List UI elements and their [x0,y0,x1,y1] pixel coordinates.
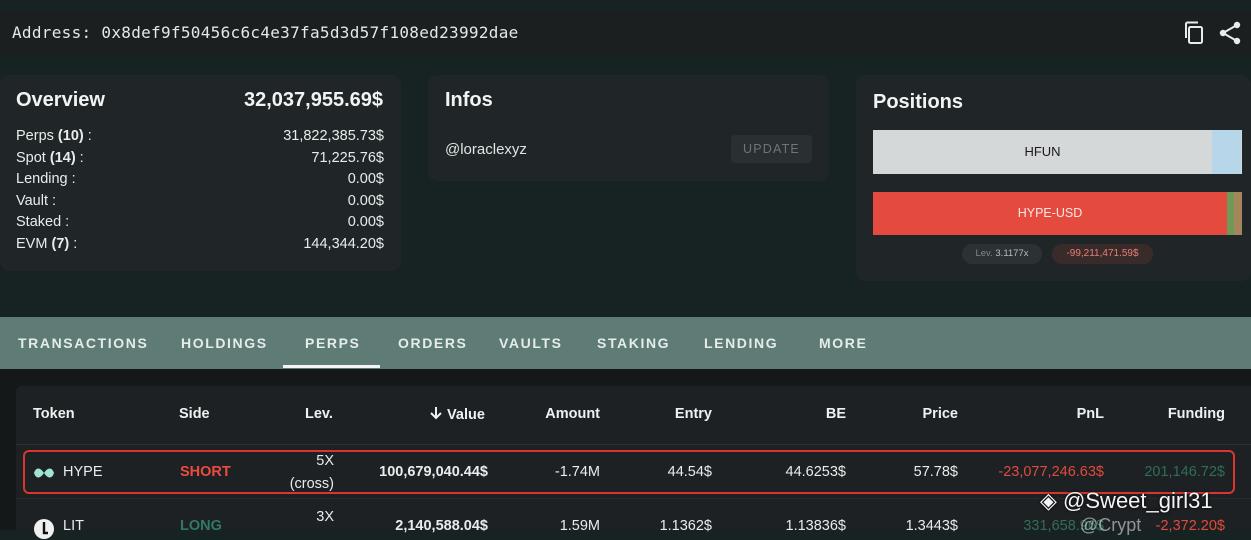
col-header-pnl[interactable]: PnL [1077,406,1104,422]
col-header-funding[interactable]: Funding [1168,406,1225,422]
row1-value: 100,679,040.44$ [379,464,488,480]
infos-title: Infos [445,89,493,111]
col-header-amount[interactable]: Amount [545,406,600,422]
overview-row-label-suffix: : [83,128,92,144]
overview-row-count: (7) [51,236,70,252]
overview-row-label-text: EVM [16,236,52,252]
tab-holdings[interactable]: HOLDINGS [181,335,268,351]
row2-funding: -2,372.20$ [1155,518,1225,534]
overview-row-value: 31,822,385.73$ [283,128,384,144]
overview-row-label: Spot (14) : [16,150,84,166]
col-header-value[interactable]: Value [429,406,485,423]
hype-token-icon [34,468,54,478]
row2-amount: 1.59M [559,518,600,534]
overview-row-count: (10) [57,128,84,144]
arrow-down-icon [430,407,442,420]
overview-row-value: 0.00$ [347,193,384,209]
overview-row-value: 71,225.76$ [311,150,384,166]
col-header-value-label: Value [447,407,485,423]
overview-row-label: Lending : [16,171,76,187]
col-header-be[interactable]: BE [826,406,846,422]
watermark: ◈ @Sweet_girl31 [1040,488,1213,514]
infos-handle: @loraclexyz [445,141,527,158]
share-icon[interactable] [1218,20,1242,46]
row1-amount: -1.74M [554,464,600,480]
col-header-entry[interactable]: Entry [675,406,712,422]
overview-row-label-text: Lending : [16,171,76,187]
col-header-side[interactable]: Side [179,406,210,422]
overview-row-label: Vault : [16,193,56,209]
overview-row-label-text: Vault : [16,193,57,209]
positions-title: Positions [873,91,964,113]
row1-lev-mode: (cross) [289,476,334,492]
row2-value: 2,140,588.04$ [395,518,488,534]
overview-row: Lending : 0.00$ [16,171,384,191]
tab-staking[interactable]: STAKING [597,335,670,351]
col-header-token[interactable]: Token [33,406,75,422]
update-button[interactable]: UPDATE [731,135,812,163]
col-header-lev[interactable]: Lev. [305,406,333,422]
position-bar-hype-segment-1[interactable] [1227,192,1234,235]
leverage-badge: Lev. 3.1177x [962,244,1042,264]
overview-row-label: Perps (10) : [16,128,92,144]
tab-more[interactable]: MORE [819,335,867,351]
overview-row-value: 0.00$ [347,214,384,230]
row1-lev: 5X [316,453,334,469]
tab-lending[interactable]: LENDING [704,335,778,351]
row2-token: LIT [63,518,84,534]
row2-side: LONG [180,518,222,534]
row1-price: 57.78$ [913,464,958,480]
lit-token-icon [34,519,54,539]
position-bar-hype-segment-2[interactable] [1234,192,1242,235]
overview-row-label-text: Spot [16,150,50,166]
row1-funding: 201,146.72$ [1144,464,1225,480]
watermark-text: @Sweet_girl31 [1063,488,1213,513]
overview-row: Spot (14) : 71,225.76$ [16,150,384,170]
watermark-logo-icon: ◈ [1040,488,1057,513]
position-bar-hype-usd-label: HYPE-USD [1017,206,1083,220]
position-bar-hfun-segment[interactable] [1212,130,1241,174]
row1-entry: 44.54$ [667,464,712,480]
leverage-badge-label: Lev. [975,248,993,259]
row2-price: 1.3443$ [905,518,958,534]
tab-perps[interactable]: PERPS [305,335,360,351]
row1-be: 44.6253$ [785,464,846,480]
overview-row-value: 0.00$ [347,171,384,187]
overview-row-count: (14) [49,150,76,166]
overview-row-label: Staked : [16,214,69,230]
tab-vaults[interactable]: VAULTS [499,335,563,351]
overview-row-value: 144,344.20$ [303,236,384,252]
overview-row: EVM (7) : 144,344.20$ [16,236,384,256]
row1-token: HYPE [63,464,103,480]
copy-icon[interactable] [1183,20,1207,46]
pnl-badge: -99,211,471.59$ [1052,244,1153,264]
row2-lev: 3X [316,509,334,525]
position-bar-hfun-label: HFUN [1024,144,1061,159]
row2-entry: 1.1362$ [659,518,712,534]
overview-row-label: EVM (7) : [16,236,77,252]
col-header-price[interactable]: Price [923,406,958,422]
tab-transactions[interactable]: TRANSACTIONS [18,335,148,351]
row1-pnl: -23,077,246.63$ [998,464,1104,480]
wallet-address[interactable]: Address: 0x8def9f50456c6c4e37fa5d3d57f10… [12,23,519,42]
overview-total: 32,037,955.69$ [243,89,383,111]
row1-side: SHORT [180,464,231,480]
overview-row: Vault : 0.00$ [16,193,384,213]
overview-title: Overview [16,89,105,111]
leverage-badge-value: 3.1177x [995,248,1029,259]
overview-row-label-text: Staked : [16,214,70,230]
row2-be: 1.13836$ [785,518,846,534]
overview-row: Perps (10) : 31,822,385.73$ [16,128,384,148]
active-tab-indicator [283,365,380,368]
tab-orders[interactable]: ORDERS [398,335,468,351]
header-divider [16,444,1251,445]
watermark-ghost: @Crypt [1080,515,1142,535]
overview-row: Staked : 0.00$ [16,214,384,234]
overview-row-label-suffix: : [69,236,78,252]
overview-row-label-suffix: : [75,150,84,166]
overview-row-label-text: Perps [16,128,58,144]
